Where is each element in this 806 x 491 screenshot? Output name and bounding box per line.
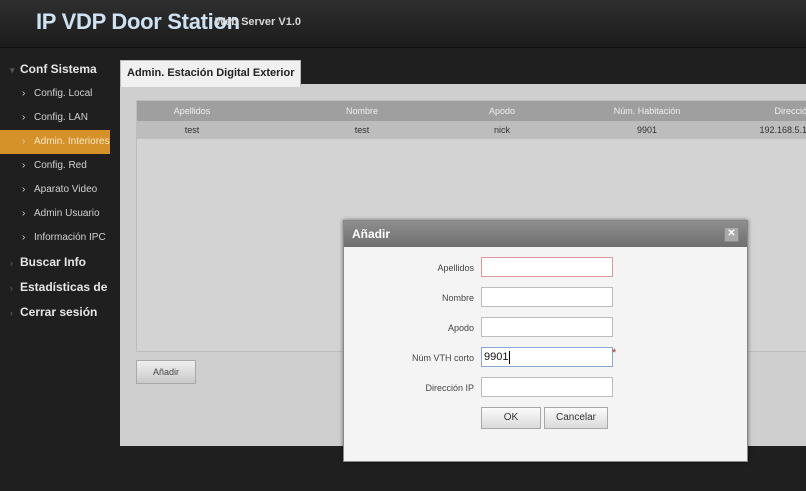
apellidos-field[interactable] [481, 257, 613, 277]
tab-bar: Admin. Estación Digital Exterior [120, 60, 806, 87]
form-row-num-vth: Núm VTH corto 9901 * [344, 347, 747, 369]
header-bar: IP VDP Door Station Web Server V1.0 [0, 0, 806, 48]
sidebar-section-label: Cerrar sesión [20, 305, 98, 319]
field-label: Apellidos [437, 263, 474, 273]
sidebar-item-config-local[interactable]: › Config. Local [0, 82, 110, 106]
table-cell: test [184, 125, 200, 135]
sidebar-item-config-lan[interactable]: › Config. LAN [0, 106, 110, 130]
tab-admin-estacion[interactable]: Admin. Estación Digital Exterior [120, 60, 302, 87]
sidebar-item-label: Información IPC [34, 232, 106, 243]
add-dialog: Añadir ✕ Apellidos Nombre Apodo Núm VTH … [343, 220, 748, 462]
sidebar-item-admin-usuario[interactable]: › Admin Usuario [0, 202, 110, 226]
sidebar-item-label: Config. Local [34, 88, 93, 99]
table-header: Apellidos Nombre Apodo Núm. Habitación D… [137, 101, 806, 121]
field-label: Nombre [441, 293, 474, 303]
chevron-right-icon: › [22, 112, 26, 123]
sidebar-item-label: Admin Usuario [34, 208, 100, 219]
sidebar-item-label: Aparato Video [34, 184, 98, 195]
sidebar-item-label: Config. Red [34, 160, 87, 171]
table-cell: 9901 [636, 125, 658, 135]
bullet-icon: › [10, 283, 13, 293]
sidebar-section-label: Conf Sistema [20, 62, 97, 76]
sidebar-item-aparato-video[interactable]: › Aparato Video [0, 178, 110, 202]
sidebar-item-informacion-ipc[interactable]: › Información IPC [0, 226, 110, 250]
num-vth-field[interactable]: 9901 [481, 347, 613, 367]
chevron-right-icon: › [22, 232, 26, 243]
close-icon[interactable]: ✕ [724, 227, 739, 242]
sidebar-section-label: Buscar Info [20, 255, 87, 269]
bullet-icon: › [10, 258, 13, 268]
add-button[interactable]: Añadir [136, 360, 196, 384]
sidebar-section-cerrar-sesion[interactable]: › Cerrar sesión [0, 300, 110, 325]
text-caret [509, 350, 511, 364]
chevron-right-icon: › [22, 88, 26, 99]
app-subtitle: Web Server V1.0 [215, 16, 302, 28]
chevron-right-icon: › [22, 136, 26, 147]
dialog-title: Añadir [352, 227, 391, 241]
form-row-nombre: Nombre [344, 287, 747, 309]
column-header[interactable]: Dirección I [747, 101, 806, 121]
collapse-icon: ▾ [10, 65, 15, 75]
field-value: 9901 [484, 351, 509, 363]
field-label: Dirección IP [425, 383, 474, 393]
sidebar-section-label: Estadísticas de [20, 280, 108, 294]
sidebar-section-buscar-info[interactable]: › Buscar Info [0, 250, 110, 275]
app-title: IP VDP Door Station [36, 9, 240, 34]
sidebar-item-admin-interiores[interactable]: › Admin. Interiores [0, 130, 110, 154]
form-row-apellidos: Apellidos [344, 257, 747, 279]
ip-address-field[interactable] [481, 377, 613, 397]
dialog-title-bar: Añadir ✕ [344, 221, 747, 247]
field-label: Núm VTH corto [411, 353, 474, 363]
sidebar-item-config-red[interactable]: › Config. Red [0, 154, 110, 178]
form-row-apodo: Apodo [344, 317, 747, 339]
sidebar: ▾ Conf Sistema › Config. Local › Config. LA… [0, 57, 110, 337]
nombre-field[interactable] [481, 287, 613, 307]
bullet-icon: › [10, 308, 13, 318]
field-label: Apodo [447, 323, 474, 333]
table-cell: test [354, 125, 370, 135]
form-row-direccion-ip: Dirección IP [344, 377, 747, 399]
column-header[interactable]: Apellidos [137, 101, 247, 121]
chevron-right-icon: › [22, 160, 26, 171]
column-header[interactable]: Apodo [467, 101, 537, 121]
ok-button[interactable]: OK [481, 407, 541, 429]
chevron-right-icon: › [22, 184, 26, 195]
sidebar-section-estadisticas[interactable]: › Estadísticas de [0, 275, 110, 300]
apodo-field[interactable] [481, 317, 613, 337]
table-cell: nick [493, 125, 510, 135]
cancel-button[interactable]: Cancelar [544, 407, 608, 429]
column-header[interactable]: Nombre [317, 101, 407, 121]
sidebar-item-label: Admin. Interiores [34, 136, 110, 147]
table-row[interactable]: test test nick 9901 192.168.5.1 [137, 121, 806, 139]
table-cell: 192.168.5.1 [759, 125, 806, 135]
required-marker: * [612, 347, 617, 359]
sidebar-section-conf-sistema[interactable]: ▾ Conf Sistema [0, 57, 110, 82]
chevron-right-icon: › [22, 208, 26, 219]
column-header[interactable]: Núm. Habitación [567, 101, 727, 121]
sidebar-item-label: Config. LAN [34, 112, 88, 123]
